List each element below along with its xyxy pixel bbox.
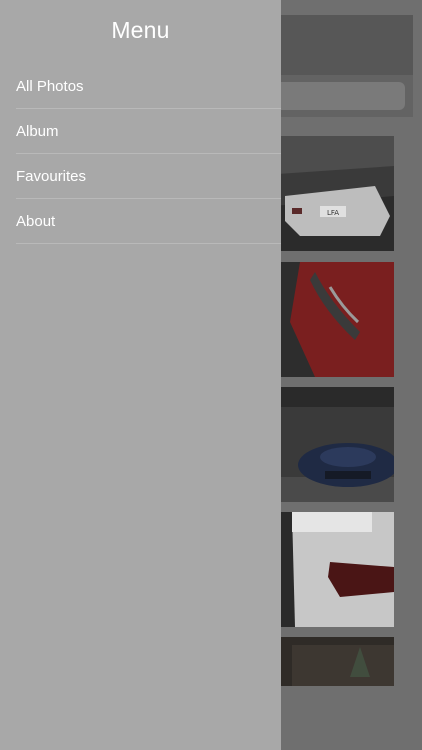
menu-item-album[interactable]: Album (16, 109, 281, 154)
side-menu-drawer: Menu All Photos Album Favourites About (0, 0, 281, 750)
menu-list: All Photos Album Favourites About (16, 64, 281, 244)
menu-item-favourites[interactable]: Favourites (16, 154, 281, 199)
menu-item-about[interactable]: About (16, 199, 281, 244)
app-screen: LFA Menu All Photos Album Favourites Abo… (0, 0, 422, 750)
license-plate-text: LFA (327, 209, 339, 217)
menu-item-all-photos[interactable]: All Photos (16, 64, 281, 109)
menu-title: Menu (111, 17, 170, 43)
